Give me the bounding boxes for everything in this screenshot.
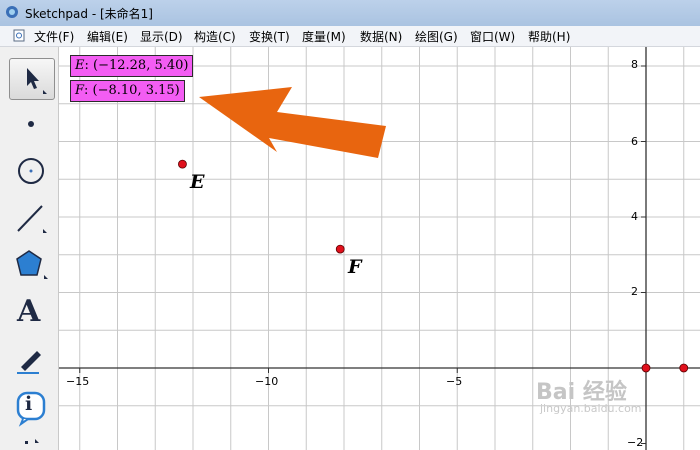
information-tool[interactable]: i: [9, 387, 53, 427]
menu-edit[interactable]: 编辑(E): [87, 28, 128, 45]
y-tick-label: 4: [631, 210, 638, 223]
baidu-watermark-url: jingyan.baidu.com: [540, 402, 642, 415]
x-tick-label: −10: [255, 375, 279, 388]
point-f[interactable]: [335, 244, 345, 254]
measurement-e-point: E: [75, 58, 85, 73]
annotation-arrow: [199, 87, 386, 158]
menu-display[interactable]: 显示(D): [140, 28, 183, 45]
menu-graph[interactable]: 绘图(G): [415, 28, 458, 45]
measurement-f-point: F: [75, 83, 85, 98]
point-dot-icon: [28, 121, 34, 127]
circle-icon: [18, 158, 44, 184]
pentagon-icon: [16, 250, 48, 279]
x-tick-label: −5: [446, 375, 463, 388]
menu-transform[interactable]: 变换(T): [249, 28, 290, 45]
point-label-e[interactable]: E: [190, 171, 204, 193]
line-segment-icon: [17, 205, 47, 233]
measurement-e[interactable]: E: (−12.28, 5.40): [70, 55, 194, 77]
unit-point[interactable]: [679, 363, 689, 373]
polygon-tool[interactable]: [9, 244, 53, 284]
menu-file[interactable]: 文件(F): [34, 28, 74, 45]
text-tool[interactable]: A: [9, 292, 53, 332]
pen-marker-icon: [17, 351, 41, 374]
y-tick-label: 2: [631, 285, 638, 298]
y-tick-label: −2: [627, 436, 644, 449]
y-tick-label: 8: [631, 58, 638, 71]
point-tool[interactable]: [9, 104, 53, 144]
menu-measure[interactable]: 度量(M): [302, 28, 346, 45]
point-label-f[interactable]: F: [348, 256, 362, 278]
menu-help[interactable]: 帮助(H): [528, 28, 570, 45]
custom-tool-icon: [25, 439, 39, 444]
custom-tool[interactable]: [9, 433, 53, 450]
document-icon[interactable]: [13, 29, 25, 42]
info-i-glyph: i: [25, 393, 33, 415]
sketchpad-app-icon: [6, 6, 18, 18]
straightedge-tool[interactable]: [9, 198, 53, 238]
measurement-f[interactable]: F: (−8.10, 3.15): [70, 80, 185, 102]
compass-tool[interactable]: [9, 151, 53, 191]
x-tick-label: −15: [66, 375, 90, 388]
origin-point[interactable]: [641, 363, 651, 373]
measurement-e-value: : (−12.28, 5.40): [84, 58, 189, 73]
toolbox: A i: [0, 47, 59, 450]
marker-tool[interactable]: [9, 339, 53, 379]
menu-window[interactable]: 窗口(W): [470, 28, 515, 45]
measurement-f-value: : (−8.10, 3.15): [84, 83, 180, 98]
window-title: Sketchpad - [未命名1]: [25, 7, 153, 21]
text-a-icon: A: [17, 294, 41, 329]
y-tick-label: 6: [631, 135, 638, 148]
selection-arrow-tool[interactable]: [9, 58, 55, 100]
title-bar: Sketchpad - [未命名1]: [0, 0, 700, 26]
menu-construct[interactable]: 构造(C): [194, 28, 236, 45]
arrow-pointer-icon: [27, 68, 47, 94]
point-e[interactable]: [178, 159, 187, 169]
menu-data[interactable]: 数据(N): [360, 28, 402, 45]
menu-bar: 文件(F) 编辑(E) 显示(D) 构造(C) 变换(T) 度量(M) 数据(N…: [0, 26, 700, 47]
